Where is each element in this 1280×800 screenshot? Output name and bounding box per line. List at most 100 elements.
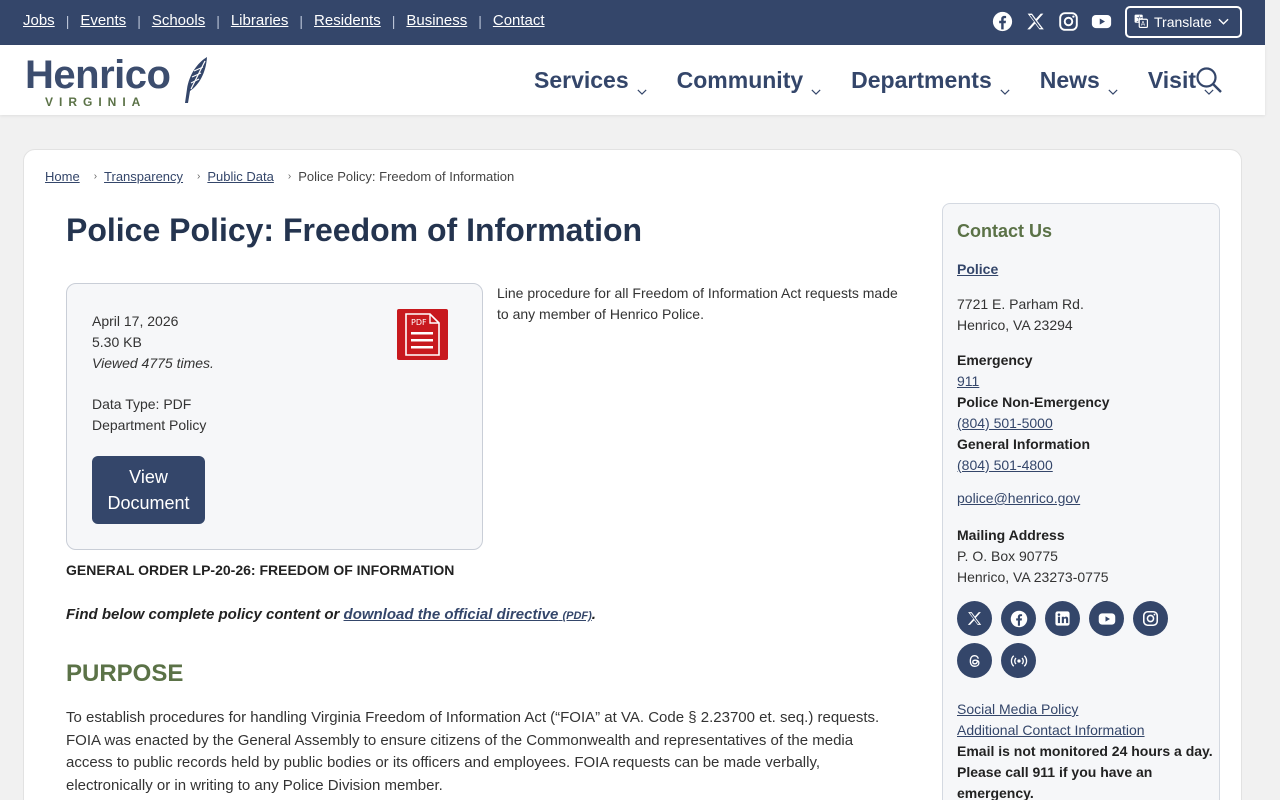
translate-icon: 文A [1134,14,1148,31]
document-views: Viewed 4775 times. [92,355,214,371]
general-order-title: GENERAL ORDER LP-20-26: FREEDOM OF INFOR… [66,562,455,578]
pdf-label: (PDF) [562,610,592,622]
document-description: Line procedure for all Freedom of Inform… [497,285,898,322]
logo-wordmark: Henrico [25,53,171,97]
instagram-icon[interactable] [1058,11,1079,32]
youtube-icon[interactable] [1091,11,1112,32]
search-icon [1195,67,1223,98]
document-data-type: Data Type: PDF [92,396,192,412]
linkedin-icon[interactable] [1045,601,1080,636]
x-icon[interactable] [957,601,992,636]
utility-link-events[interactable]: Events [80,12,126,29]
purpose-heading: PURPOSE [66,660,184,687]
general-info-phone-link[interactable]: (804) 501-4800 [957,457,1053,473]
nav-item-community[interactable]: Community [676,67,822,95]
search-button[interactable] [1195,66,1223,94]
utility-link-business[interactable]: Business [406,12,467,29]
document-category: Department Policy [92,417,207,433]
nav-item-label: Services [534,67,629,93]
emergency-notice: Email is not monitored 24 hours a day. P… [957,743,1213,800]
find-below-prefix: Find below complete policy content or [66,606,344,623]
mailing-label: Mailing Address [957,527,1065,543]
translate-label: Translate [1154,14,1212,30]
youtube-icon[interactable] [1089,601,1124,636]
document-date: April 17, 2026 [92,313,179,329]
site-header: Henrico VIRGINIA Services Community Depa… [0,45,1265,115]
contact-email-link[interactable]: police@henrico.gov [957,490,1080,506]
chevron-down-icon [1108,76,1118,95]
nav-item-label: Community [676,67,804,93]
henrico-logo[interactable]: Henrico VIRGINIA [25,53,215,109]
mailing-line1: P. O. Box 90775 [957,548,1058,564]
document-size: 5.30 KB [92,334,142,350]
breadcrumb-separator: › [93,171,98,182]
page-title: Police Policy: Freedom of Information [66,212,643,248]
utility-link-jobs[interactable]: Jobs [23,12,55,29]
pdf-icon-label: PDF [411,318,427,327]
download-directive-link[interactable]: download the official directive (PDF) [344,606,592,623]
breadcrumb-separator: › [287,171,292,182]
chevron-down-icon [1000,76,1010,95]
breadcrumb-transparency[interactable]: Transparency [104,169,183,184]
main-nav: Services Community Departments News Visi… [534,67,1244,95]
find-below-suffix: . [591,606,596,623]
address-line2: Henrico, VA 23294 [957,317,1073,333]
mailing-address: Mailing Address P. O. Box 90775 Henrico,… [957,525,1109,588]
emergency-label: Emergency [957,352,1033,368]
nav-item-label: News [1039,67,1100,93]
chevron-down-icon [637,76,647,95]
contact-social-icons [957,601,1207,678]
nav-item-news[interactable]: News [1039,67,1118,95]
utility-link-libraries[interactable]: Libraries [231,12,289,29]
police-department-link[interactable]: Police [957,261,998,277]
download-directive-label: download the official directive [343,606,559,623]
header-social-icons [992,11,1112,32]
chevron-down-icon [1218,14,1229,30]
contact-address: 7721 E. Parham Rd. Henrico, VA 23294 [957,294,1084,336]
logo-subtitle: VIRGINIA [45,95,147,109]
pdf-file-icon: PDF [397,309,448,360]
contact-sidebar: Contact Us Police 7721 E. Parham Rd. Hen… [942,203,1220,800]
translate-button[interactable]: 文A Translate [1125,6,1242,38]
address-line1: 7721 E. Parham Rd. [957,296,1084,312]
find-below-text: Find below complete policy content or do… [66,606,596,623]
contact-heading: Contact Us [957,221,1053,241]
svg-text:A: A [1141,21,1145,27]
social-media-policy-link[interactable]: Social Media Policy [957,701,1078,717]
non-emergency-label: Police Non-Emergency [957,394,1110,410]
nav-item-label: Visit [1147,67,1196,93]
chevron-down-icon [811,76,821,95]
x-icon[interactable] [1025,11,1046,32]
view-document-button[interactable]: View Document [92,456,205,524]
view-button-line2: Document [107,493,190,513]
contact-phones: Emergency 911 Police Non-Emergency (804)… [957,350,1110,476]
emergency-phone-link[interactable]: 911 [957,373,979,389]
breadcrumb-home[interactable]: Home [45,169,80,184]
additional-contact-link[interactable]: Additional Contact Information [957,722,1145,738]
document-type-info: Data Type: PDF Department Policy [92,394,206,436]
instagram-icon[interactable] [1133,601,1168,636]
breadcrumb-public-data[interactable]: Public Data [207,169,273,184]
utility-link-schools[interactable]: Schools [152,12,205,29]
facebook-icon[interactable] [992,11,1013,32]
contact-policy-links: Social Media Policy Additional Contact I… [957,699,1145,741]
nav-item-departments[interactable]: Departments [851,67,1010,95]
non-emergency-phone-link[interactable]: (804) 501-5000 [957,415,1053,431]
breadcrumb: Home › Transparency › Public Data › Poli… [45,169,514,184]
mailing-line2: Henrico, VA 23273-0775 [957,569,1109,585]
breadcrumb-current: Police Policy: Freedom of Information [298,169,515,184]
utility-link-residents[interactable]: Residents [314,12,381,29]
breadcrumb-separator: › [197,171,201,182]
threads-icon[interactable] [957,643,992,678]
utility-links: Jobs | Events | Schools | Libraries | Re… [23,12,545,29]
document-meta: April 17, 2026 5.30 KB Viewed 4775 times… [92,311,214,374]
utility-link-contact[interactable]: Contact [493,12,545,29]
nav-item-label: Departments [851,67,992,93]
general-info-label: General Information [957,436,1091,452]
facebook-icon[interactable] [1001,601,1036,636]
broadcast-icon[interactable] [1001,643,1036,678]
utility-bar: Jobs | Events | Schools | Libraries | Re… [0,0,1265,45]
document-info-box: April 17, 2026 5.30 KB Viewed 4775 times… [66,283,483,550]
nav-item-services[interactable]: Services [534,67,647,95]
view-button-line1: View [129,467,168,487]
